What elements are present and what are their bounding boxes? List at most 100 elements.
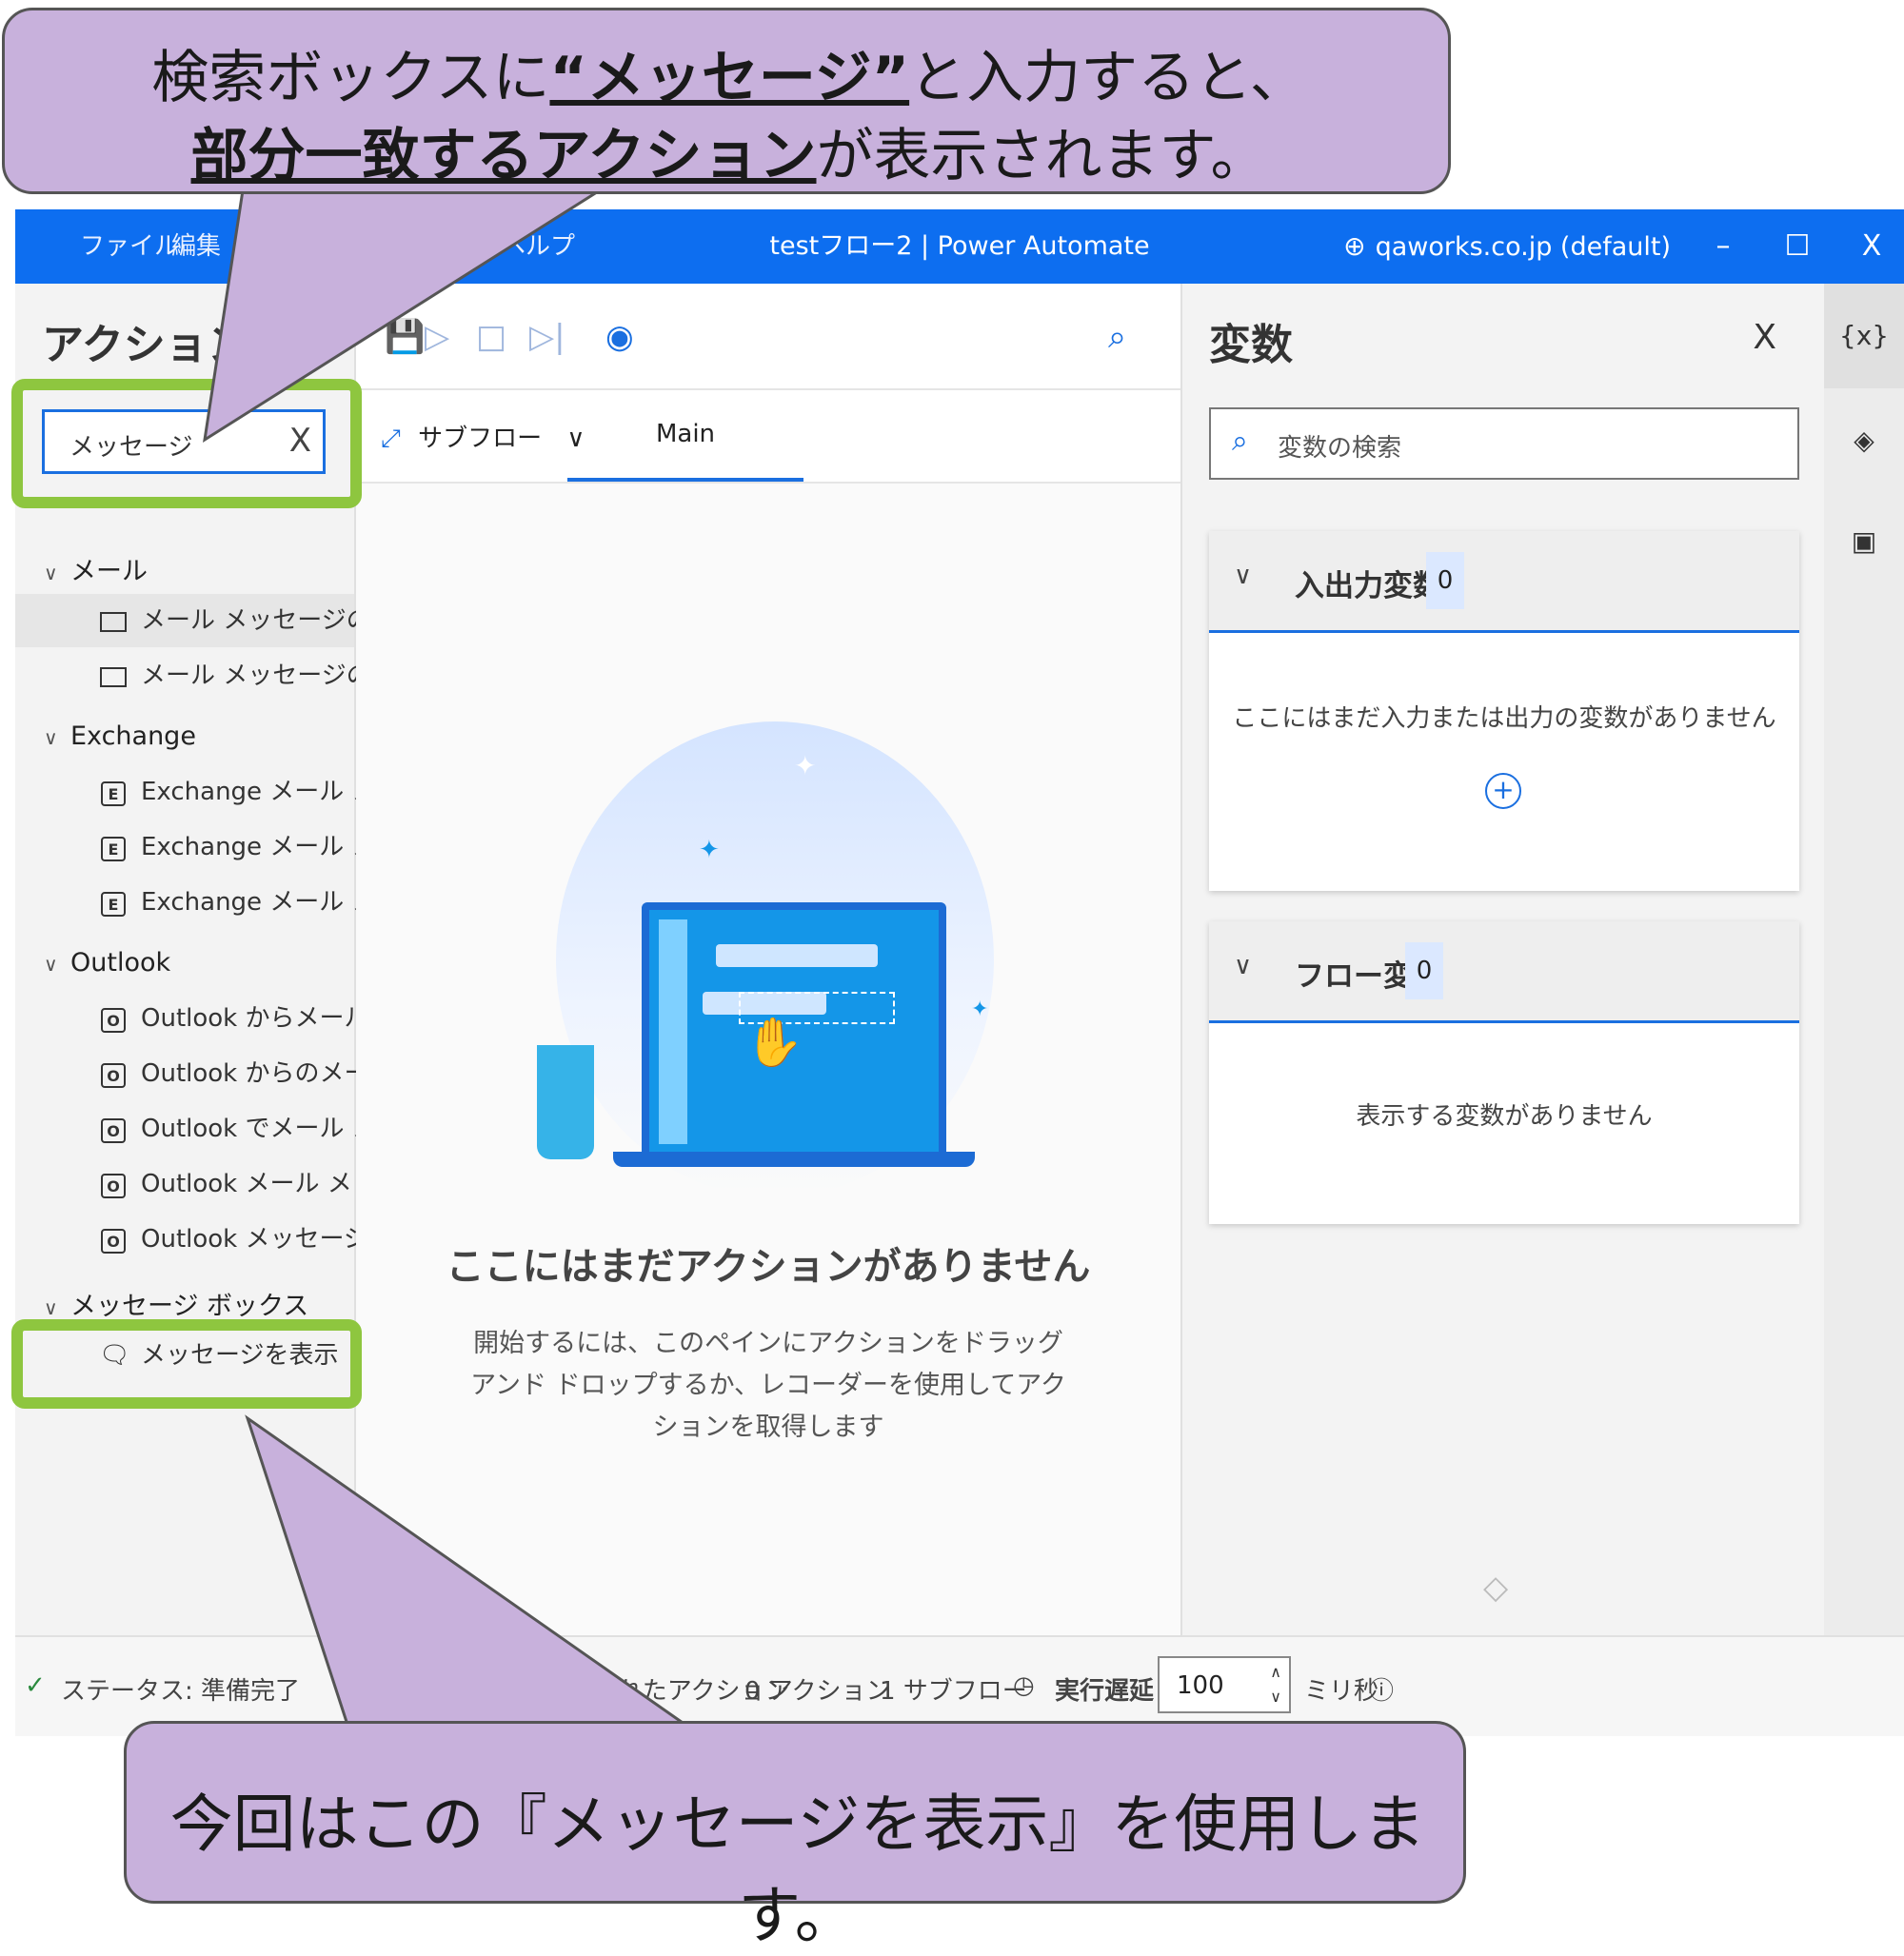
check-circle-icon: ✓ [25, 1671, 46, 1700]
callout-top-line2: 部分一致するアクションが表示されます。 [5, 109, 1454, 192]
layers-icon[interactable]: ◈ [1824, 425, 1904, 456]
flow-designer-canvas[interactable]: 💾 ▷ □ ▷| ◉ ⌕ ⤢ サブフロー ∨ Main ✋ ✦ ✦ ✦ ここには… [356, 284, 1180, 1635]
variable-search-placeholder: 変数の検索 [1278, 434, 1402, 463]
outlook-icon: O [99, 1213, 128, 1266]
designer-toolbar: 💾 ▷ □ ▷| ◉ ⌕ [356, 284, 1180, 390]
highlight-search-box [11, 379, 362, 508]
search-icon[interactable]: ⌕ [1108, 318, 1126, 356]
subflow-icon: ⤢ [381, 425, 401, 453]
eraser-icon[interactable]: ◇ [1483, 1569, 1508, 1607]
laptop-illustration: ✋ [642, 902, 946, 1159]
action-mail-process[interactable]: メール メッセージの処理 [15, 649, 421, 702]
group-label: Exchange [70, 721, 196, 751]
spinner-arrows-icon[interactable]: ∧ ∨ [1270, 1660, 1281, 1709]
envelope-icon [99, 649, 128, 702]
action-exchange-1[interactable]: E Exchange メール メッ... [15, 765, 425, 819]
right-icon-rail: {x} ◈ ▣ [1824, 284, 1904, 1635]
group-mail[interactable]: ∨ メール [44, 550, 148, 587]
add-variable-icon[interactable]: + [1485, 773, 1521, 809]
search-icon: ⌕ [1232, 425, 1248, 458]
chevron-down-icon: ∨ [1234, 952, 1253, 980]
chevron-down-icon: ∨ [44, 726, 58, 749]
run-delay-label: 実行遅延 [1055, 1677, 1155, 1706]
action-exchange-3[interactable]: E Exchange メール メッ... [15, 876, 425, 929]
hand-cursor-icon: ✋ [744, 1015, 804, 1070]
menu-edit[interactable]: 編集 [171, 209, 221, 284]
menu-view[interactable]: 表示 [423, 209, 472, 284]
io-variables-empty: ここにはまだ入力または出力の変数がありません [1232, 704, 1776, 733]
run-icon[interactable]: ▷ [425, 318, 449, 356]
run-delay-value: 100 [1177, 1671, 1224, 1700]
variables-rail-button[interactable]: {x} [1824, 284, 1904, 388]
stop-icon[interactable]: □ [476, 318, 506, 356]
menu-help[interactable]: ヘルプ [501, 209, 575, 284]
flow-variables-card: ∨ フロー変数 0 表示する変数がありません [1209, 921, 1799, 1224]
status-text: ステータス: 準備完了 [61, 1677, 301, 1706]
exchange-icon: E [99, 820, 128, 874]
io-variables-card: ∨ 入出力変数 0 ここにはまだ入力または出力の変数がありません + [1209, 531, 1799, 891]
variable-search-input[interactable]: ⌕ 変数の検索 [1209, 407, 1799, 480]
empty-state-title: ここにはまだアクションがありません [446, 1245, 1091, 1289]
callout-top: 検索ボックスに“メッセージ”と入力すると、 部分一致するアクションが表示されます… [2, 8, 1451, 194]
chevron-down-icon: ∨ [44, 953, 58, 976]
action-exchange-2[interactable]: E Exchange メール メッ... [15, 820, 425, 874]
actions-title: アクション [42, 321, 249, 369]
group-label: メッセージ ボックス [70, 1292, 309, 1321]
maximize-button[interactable]: ☐ [1769, 209, 1826, 284]
callout-text: 検索ボックスに [151, 45, 550, 111]
variables-title: 変数 [1209, 321, 1293, 369]
group-exchange[interactable]: ∨ Exchange [44, 721, 196, 751]
action-outlook-1[interactable]: O Outlook からメール メ... [15, 992, 426, 1045]
record-icon[interactable]: ◉ [605, 318, 634, 356]
action-outlook-3[interactable]: O Outlook でメール メッ... [15, 1102, 426, 1156]
exchange-icon: E [99, 876, 128, 929]
group-outlook[interactable]: ∨ Outlook [44, 948, 170, 978]
flow-variables-empty: 表示する変数がありません [1356, 1102, 1653, 1131]
callout-emphasis: 部分一致するアクション [190, 123, 817, 189]
run-delay-input[interactable]: 100 ∧ ∨ [1158, 1656, 1291, 1713]
subflow-dropdown[interactable]: ⤢ サブフロー ∨ [381, 419, 585, 454]
action-outlook-5[interactable]: O Outlook メッセージに... [15, 1213, 417, 1266]
group-label: メール [70, 557, 148, 586]
outlook-icon: O [99, 992, 128, 1045]
io-variables-count: 0 [1426, 552, 1464, 609]
action-outlook-4[interactable]: O Outlook メール メッセ... [15, 1157, 426, 1211]
highlight-display-message [11, 1319, 362, 1409]
step-icon[interactable]: ▷| [529, 318, 565, 356]
close-button[interactable]: X [1843, 209, 1900, 284]
tab-main[interactable]: Main [567, 390, 803, 482]
account-info[interactable]: ⊕ qaworks.co.jp (default) [1343, 209, 1671, 285]
subflow-label: サブフロー [418, 425, 543, 453]
sparkle-icon: ✦ [971, 998, 989, 1021]
action-outlook-2[interactable]: O Outlook からのメール... [15, 1047, 417, 1100]
empty-state-illustration: ✋ ✦ ✦ ✦ [537, 721, 994, 1197]
close-variables-button[interactable]: X [1753, 318, 1776, 357]
subflows-count: 1 サブフロー [880, 1677, 1027, 1706]
io-variables-header[interactable]: ∨ 入出力変数 0 [1209, 531, 1799, 633]
exchange-icon: E [99, 765, 128, 819]
actions-count: 0 アクション [744, 1677, 891, 1706]
outlook-icon: O [99, 1102, 128, 1156]
group-message-box[interactable]: ∨ メッセージ ボックス [44, 1285, 308, 1322]
empty-state-description: 開始するには、このペインにアクションをドラッグ アンド ドロップするか、レコーダ… [470, 1329, 1066, 1442]
delay-unit: ミリ秒 [1304, 1677, 1379, 1706]
callout-text: が表示されます。 [816, 123, 1268, 189]
callout-bottom-text: 今回はこの『メッセージを表示』を使用します。 [169, 1788, 1426, 1952]
info-icon[interactable]: ⓘ [1369, 1671, 1394, 1707]
chevron-down-icon: ∨ [1234, 562, 1253, 590]
flow-variables-header[interactable]: ∨ フロー変数 0 [1209, 921, 1799, 1023]
menu-tools[interactable]: ツール [337, 209, 411, 284]
chevron-down-icon: ∨ [44, 562, 58, 584]
action-mail-get[interactable]: メール メッセージの取得 [15, 594, 421, 647]
menu-file[interactable]: ファイル [80, 209, 179, 284]
outlook-icon: O [99, 1157, 128, 1211]
envelope-icon [99, 594, 128, 647]
callout-bottom: 今回はこの『メッセージを表示』を使用します。 [124, 1721, 1466, 1952]
minimize-button[interactable]: – [1695, 209, 1752, 284]
menu-debug[interactable]: デバッグ [244, 209, 343, 284]
globe-icon: ⊕ [1343, 230, 1366, 262]
image-icon[interactable]: ▣ [1824, 525, 1904, 557]
save-icon[interactable]: 💾 [385, 318, 425, 356]
sparkle-icon: ✦ [794, 750, 817, 781]
subflow-tabs: ⤢ サブフロー ∨ Main [356, 390, 1180, 484]
